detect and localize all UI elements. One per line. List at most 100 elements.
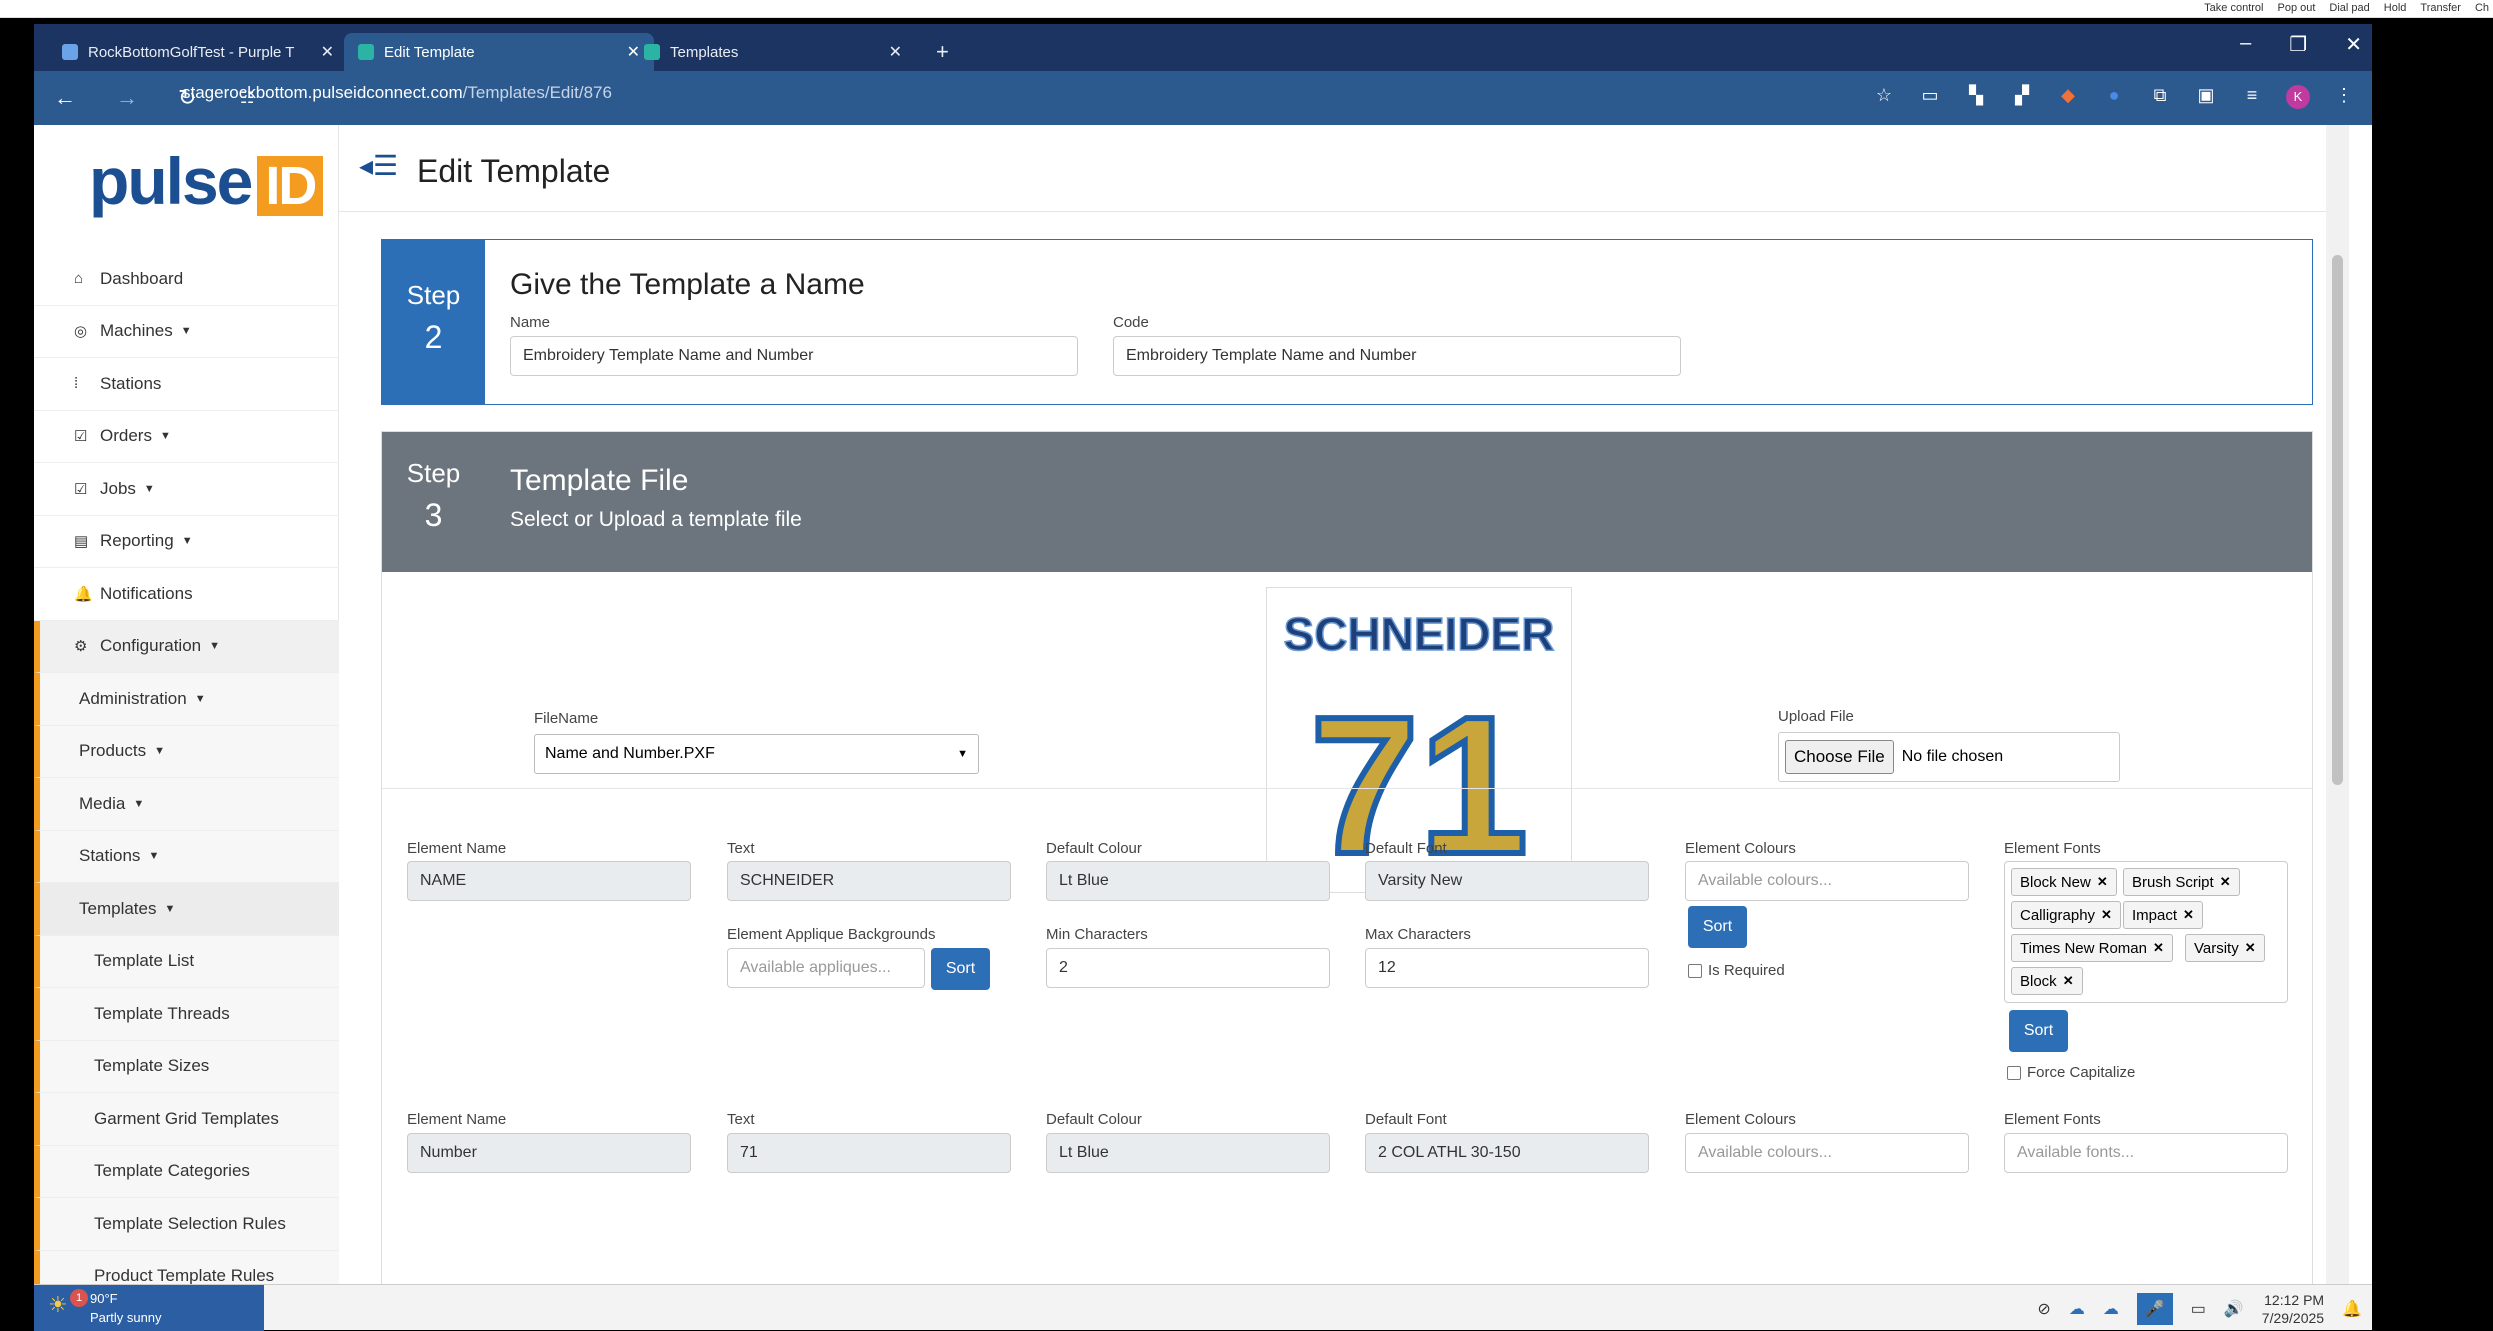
remove-tag-icon[interactable]: ✕ <box>2153 940 2164 956</box>
is-required-checkbox[interactable]: Is Required <box>1688 962 1785 979</box>
avatar[interactable]: K <box>2286 85 2310 109</box>
cloud-icon[interactable]: ☁ <box>2069 1299 2085 1319</box>
sidebar-item-jobs[interactable]: ☑ Jobs ▼ <box>34 463 339 516</box>
max-chars-field[interactable]: 12 <box>1365 948 1649 988</box>
clock[interactable]: 12:12 PM 7/29/2025 <box>2262 1291 2324 1327</box>
tab-templates[interactable]: Templates ✕ <box>630 33 916 71</box>
bookmark-star-icon[interactable]: ☆ <box>1872 85 1896 109</box>
extension-icon[interactable]: ▚ <box>1964 85 1988 109</box>
sidebar-subitem-templates[interactable]: Templates ▼ <box>34 883 339 936</box>
sidebar-subitem-administration[interactable]: Administration ▼ <box>34 673 339 726</box>
sort-colours-button[interactable]: Sort <box>1688 906 1747 948</box>
sort-fonts-button[interactable]: Sort <box>2009 1010 2068 1052</box>
scrollbar-thumb[interactable] <box>2332 255 2343 785</box>
extension-icon[interactable]: ▭ <box>1918 85 1942 109</box>
menu-label: Notifications <box>100 583 193 603</box>
applique-field[interactable]: Available appliques... <box>727 948 925 988</box>
bell-icon: 🔔 <box>74 585 93 603</box>
tab-rockbottom[interactable]: RockBottomGolfTest - Purple T ✕ <box>48 33 348 71</box>
default-font-field[interactable]: Varsity New <box>1365 861 1649 901</box>
checkbox-icon: ☑ <box>74 480 88 498</box>
default-font-field[interactable]: 2 COL ATHL 30-150 <box>1365 1133 1649 1173</box>
volume-icon[interactable]: 🔊 <box>2224 1299 2244 1319</box>
name-field[interactable]: Embroidery Template Name and Number <box>510 336 1078 376</box>
remove-tag-icon[interactable]: ✕ <box>2063 973 2074 989</box>
sidebar-subitem-media[interactable]: Media ▼ <box>34 778 339 831</box>
element-text-field[interactable]: SCHNEIDER <box>727 861 1011 901</box>
upload-file-input[interactable]: Choose File No file chosen <box>1778 732 2120 782</box>
sidebar-item-dashboard[interactable]: ⌂ Dashboard <box>34 253 339 306</box>
sidebar-subitem-stations[interactable]: Stations ▼ <box>34 830 339 883</box>
new-tab-button[interactable]: + <box>922 33 962 71</box>
filename-select[interactable]: Name and Number.PXF ▼ <box>534 734 979 774</box>
remove-tag-icon[interactable]: ✕ <box>2101 907 2112 923</box>
close-window-icon[interactable]: ✕ <box>2345 32 2362 57</box>
media-control-icon[interactable]: ≡ <box>2240 85 2264 109</box>
sidebar-item-stations[interactable]: ⁞ Stations <box>34 358 339 411</box>
sidebar-item-reporting[interactable]: ▤ Reporting ▼ <box>34 516 339 568</box>
element-text-field[interactable]: 71 <box>727 1133 1011 1173</box>
menu-label: Template Categories <box>94 1161 250 1181</box>
element-fonts-field[interactable]: Available fonts... <box>2004 1133 2288 1173</box>
transfer-button[interactable]: Transfer <box>2420 2 2461 14</box>
weather-widget[interactable]: ☀ 1 90°F Partly sunny <box>34 1285 264 1331</box>
sidebar-toggle-icon[interactable]: ◂☰ <box>359 149 398 182</box>
sidebar-item-machines[interactable]: ◎ Machines ▼ <box>34 306 339 358</box>
sidebar-template-item[interactable]: Template Sizes <box>34 1040 339 1093</box>
pop-out-button[interactable]: Pop out <box>2277 2 2315 14</box>
choose-file-button[interactable]: Choose File <box>1785 740 1894 774</box>
close-tab-icon[interactable]: ✕ <box>889 42 902 62</box>
url-field[interactable]: stagerockbottom.pulseidconnect.com/Templ… <box>182 83 612 103</box>
dial-pad-button[interactable]: Dial pad <box>2329 2 2369 14</box>
extension-icon[interactable]: ◆ <box>2056 85 2080 109</box>
remove-tag-icon[interactable]: ✕ <box>2245 940 2256 956</box>
sidebar-item-notifications[interactable]: 🔔 Notifications <box>34 568 339 621</box>
force-capitalize-checkbox[interactable]: Force Capitalize <box>2007 1064 2135 1081</box>
microphone-icon[interactable]: 🎤 <box>2136 1293 2173 1325</box>
take-control-button[interactable]: Take control <box>2204 2 2263 14</box>
chat-button[interactable]: Ch <box>2475 2 2489 14</box>
network-icon[interactable]: ▭ <box>2191 1299 2206 1319</box>
sidebar-template-item[interactable]: Garment Grid Templates <box>34 1093 339 1146</box>
sidebar-item-configuration[interactable]: ⚙ Configuration ▼ <box>34 620 339 673</box>
element-colours-field[interactable]: Available colours... <box>1685 1133 1969 1173</box>
sidebar-template-item[interactable]: Template Threads <box>34 988 339 1041</box>
restore-icon[interactable]: ❐ <box>2289 32 2307 57</box>
min-chars-field[interactable]: 2 <box>1046 948 1330 988</box>
cloud-icon[interactable]: ☁ <box>2103 1299 2119 1319</box>
element-colours-field[interactable]: Available colours... <box>1685 861 1969 901</box>
element-name-label: Element Name <box>407 840 507 857</box>
sidebar-template-item[interactable]: Product Template Rules <box>34 1250 339 1284</box>
remove-tag-icon[interactable]: ✕ <box>2183 907 2194 923</box>
notifications-bell-icon[interactable]: 🔔 <box>2342 1299 2362 1319</box>
default-colour-field[interactable]: Lt Blue <box>1046 861 1330 901</box>
reading-mode-icon[interactable]: ▣ <box>2194 85 2218 109</box>
minimize-icon[interactable]: – <box>2240 32 2251 57</box>
sort-appliques-button[interactable]: Sort <box>931 948 990 990</box>
sidebar-template-item[interactable]: Template Selection Rules <box>34 1198 339 1251</box>
sidebar-item-orders[interactable]: ☑ Orders ▼ <box>34 411 339 463</box>
close-tab-icon[interactable]: ✕ <box>321 42 334 62</box>
page-scrollbar[interactable] <box>2326 125 2349 1284</box>
extensions-puzzle-icon[interactable]: ⧉ <box>2148 85 2172 109</box>
element-name-field[interactable]: Number <box>407 1133 691 1173</box>
hold-button[interactable]: Hold <box>2384 2 2407 14</box>
code-field[interactable]: Embroidery Template Name and Number <box>1113 336 1681 376</box>
browser-menu-icon[interactable]: ⋮ <box>2332 85 2356 109</box>
remove-tag-icon[interactable]: ✕ <box>2097 874 2108 890</box>
forward-icon[interactable]: → <box>116 85 158 111</box>
pulse-id-logo[interactable]: pulse ID <box>89 143 324 219</box>
tab-edit-template[interactable]: Edit Template ✕ <box>344 33 654 71</box>
element-name-field[interactable]: NAME <box>407 861 691 901</box>
sidebar-subitem-products[interactable]: Products ▼ <box>34 725 339 778</box>
default-colour-field[interactable]: Lt Blue <box>1046 1133 1330 1173</box>
sidebar-template-item[interactable]: Template List <box>34 935 339 988</box>
sidebar-template-item[interactable]: Template Categories <box>34 1145 339 1198</box>
extension-icon[interactable]: ● <box>2102 85 2126 109</box>
extension-icon[interactable]: ▞ <box>2010 85 2034 109</box>
element-fonts-field[interactable]: Block New ✕ Brush Script ✕ Calligraphy ✕ Im… <box>2004 861 2288 1003</box>
menu-label: Dashboard <box>100 268 184 288</box>
remove-tag-icon[interactable]: ✕ <box>2220 874 2231 890</box>
back-icon[interactable]: ← <box>54 85 96 111</box>
eye-off-icon[interactable]: ⊘ <box>2037 1299 2050 1319</box>
